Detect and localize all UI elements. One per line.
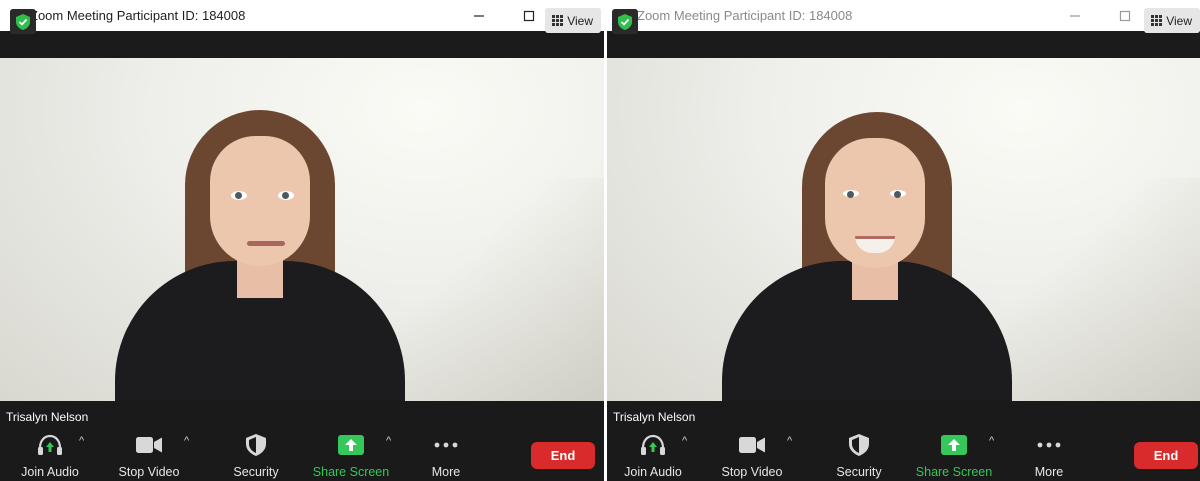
title-bar: Zoom Meeting Participant ID: 184008 bbox=[0, 0, 604, 31]
view-button[interactable]: View bbox=[1144, 8, 1200, 33]
stop-video-label: Stop Video bbox=[118, 465, 180, 479]
participant-name-tag: Trisalyn Nelson bbox=[0, 408, 95, 427]
maximize-icon[interactable] bbox=[1100, 0, 1150, 31]
join-audio-label: Join Audio bbox=[21, 465, 79, 479]
audio-options-caret[interactable]: ^ bbox=[79, 435, 84, 447]
audio-options-caret[interactable]: ^ bbox=[682, 435, 687, 447]
stop-video-label: Stop Video bbox=[721, 465, 783, 479]
meeting-toolbar: Join Audio ^ Stop Video ^ Security Share… bbox=[607, 427, 1200, 481]
window-title: Zoom Meeting Participant ID: 184008 bbox=[637, 8, 853, 23]
grid-icon bbox=[1151, 15, 1163, 26]
end-meeting-button[interactable]: End bbox=[531, 442, 595, 469]
more-label: More bbox=[1034, 465, 1064, 479]
zoom-window-right: Zoom Meeting Participant ID: 184008 View… bbox=[607, 0, 1200, 481]
video-camera-icon bbox=[739, 433, 765, 457]
share-screen-label: Share Screen bbox=[312, 465, 390, 479]
security-button[interactable]: Security bbox=[211, 433, 301, 479]
grid-icon bbox=[552, 15, 564, 26]
share-screen-button[interactable]: Share Screen bbox=[306, 433, 396, 479]
more-button[interactable]: More bbox=[401, 433, 491, 479]
more-label: More bbox=[431, 465, 461, 479]
video-options-caret[interactable]: ^ bbox=[184, 435, 189, 447]
meeting-toolbar: Join Audio ^ Stop Video ^ Security Share… bbox=[0, 427, 604, 481]
headphones-icon bbox=[37, 433, 63, 457]
encryption-shield-icon[interactable] bbox=[612, 9, 638, 34]
participant-video bbox=[0, 58, 604, 401]
stop-video-button[interactable]: Stop Video bbox=[707, 433, 797, 479]
title-bar: Zoom Meeting Participant ID: 184008 bbox=[607, 0, 1200, 31]
meeting-top-strip bbox=[607, 31, 1200, 58]
security-shield-icon bbox=[246, 433, 266, 457]
share-screen-button[interactable]: Share Screen bbox=[909, 433, 999, 479]
more-button[interactable]: More bbox=[1004, 433, 1094, 479]
more-dots-icon bbox=[434, 433, 458, 457]
participant-video bbox=[607, 58, 1200, 401]
security-shield-icon bbox=[849, 433, 869, 457]
view-button[interactable]: View bbox=[545, 8, 601, 33]
share-screen-label: Share Screen bbox=[915, 465, 993, 479]
zoom-window-left: Zoom Meeting Participant ID: 184008 View… bbox=[0, 0, 604, 481]
join-audio-label: Join Audio bbox=[624, 465, 682, 479]
end-meeting-button[interactable]: End bbox=[1134, 442, 1198, 469]
video-camera-icon bbox=[136, 433, 162, 457]
view-label: View bbox=[1166, 13, 1192, 28]
security-button[interactable]: Security bbox=[814, 433, 904, 479]
share-options-caret[interactable]: ^ bbox=[386, 435, 391, 447]
window-title: Zoom Meeting Participant ID: 184008 bbox=[30, 8, 246, 23]
minimize-icon[interactable] bbox=[454, 0, 504, 31]
share-screen-icon bbox=[338, 433, 364, 457]
minimize-icon[interactable] bbox=[1050, 0, 1100, 31]
participant-name-tag: Trisalyn Nelson bbox=[607, 408, 702, 427]
headphones-icon bbox=[640, 433, 666, 457]
share-options-caret[interactable]: ^ bbox=[989, 435, 994, 447]
security-label: Security bbox=[836, 465, 882, 479]
video-options-caret[interactable]: ^ bbox=[787, 435, 792, 447]
security-label: Security bbox=[233, 465, 279, 479]
encryption-shield-icon[interactable] bbox=[10, 9, 36, 34]
share-screen-icon bbox=[941, 433, 967, 457]
stop-video-button[interactable]: Stop Video bbox=[104, 433, 194, 479]
more-dots-icon bbox=[1037, 433, 1061, 457]
view-label: View bbox=[567, 13, 593, 28]
meeting-top-strip bbox=[0, 31, 604, 58]
